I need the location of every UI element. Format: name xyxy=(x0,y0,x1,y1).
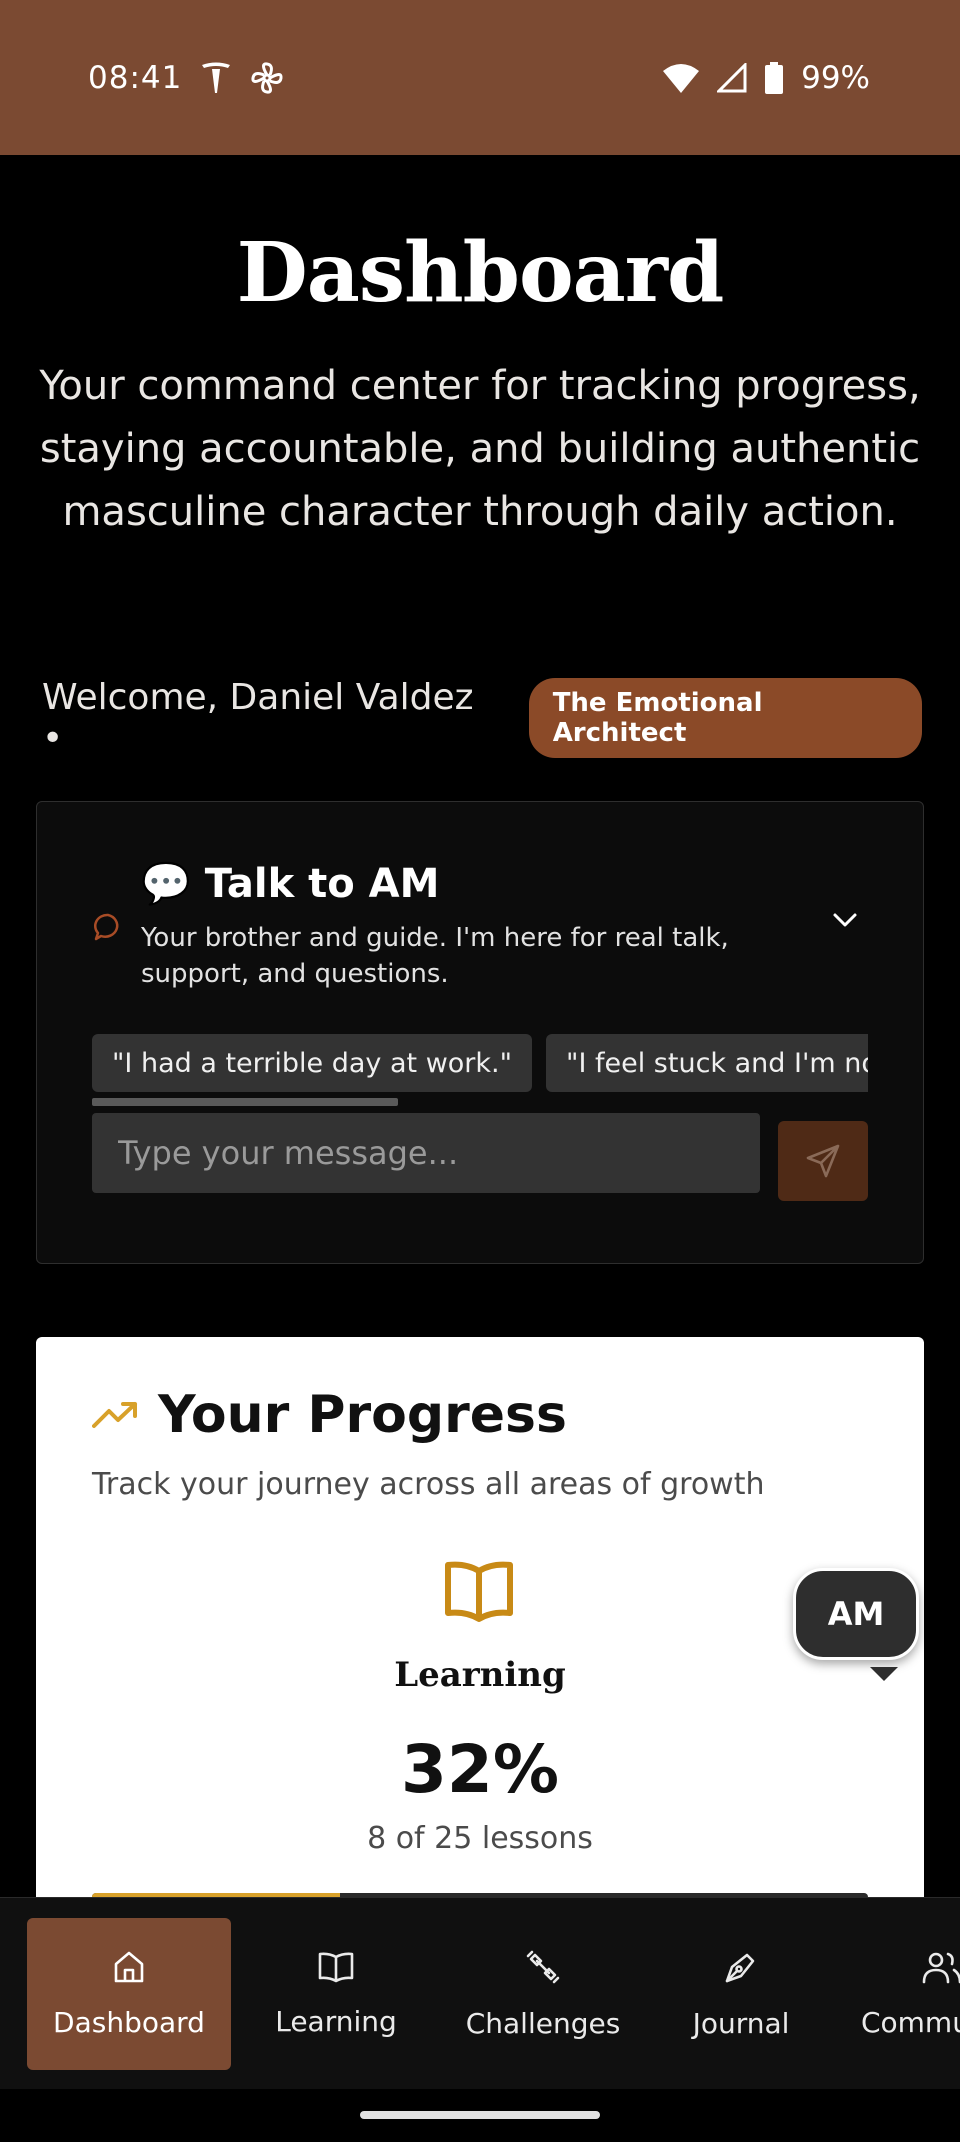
home-indicator[interactable] xyxy=(360,2111,600,2119)
users-icon xyxy=(922,1952,960,1983)
learning-count: 8 of 25 lessons xyxy=(367,1821,593,1856)
book-icon xyxy=(318,1952,354,1982)
book-open-icon xyxy=(445,1561,513,1622)
chevron-down-icon[interactable] xyxy=(831,910,859,930)
progress-card: Your Progress Track your journey across … xyxy=(36,1337,924,1897)
nav-item-journal[interactable]: Journal xyxy=(656,1918,826,2070)
send-button[interactable] xyxy=(778,1121,868,1201)
chat-description: Your brother and guide. I'm here for rea… xyxy=(141,923,729,989)
status-bar: 08:41 99% xyxy=(0,0,960,155)
welcome-text: Welcome, Daniel Valdez • xyxy=(42,677,474,759)
am-fab-tail xyxy=(870,1667,898,1681)
message-circle-icon xyxy=(93,913,119,941)
signal-icon xyxy=(717,62,747,92)
nav-item-challenges[interactable]: Challenges xyxy=(448,1918,638,2070)
status-time: 08:41 xyxy=(88,59,183,96)
wifi-icon xyxy=(663,63,700,93)
dumbbell-icon xyxy=(526,1950,560,1983)
nav-item-community[interactable]: Community xyxy=(860,1918,960,2070)
nav-label: Journal xyxy=(692,2006,790,2040)
home-icon xyxy=(114,1951,144,1982)
tesla-icon xyxy=(202,62,231,93)
nav-item-learning[interactable]: Learning xyxy=(236,1918,436,2070)
page-subtitle: Your command center for tracking progres… xyxy=(39,363,921,535)
nav-label: Community xyxy=(860,2005,960,2039)
chat-title: 💬 Talk to AM xyxy=(141,861,440,907)
nav-label: Challenges xyxy=(465,2006,621,2040)
am-chat-fab[interactable]: AM xyxy=(793,1568,919,1660)
welcome-row: Welcome, Daniel Valdez • The Emotional A… xyxy=(42,677,922,759)
prompts-scrollbar[interactable] xyxy=(92,1098,398,1106)
page-title: Dashboard xyxy=(236,225,725,321)
message-input[interactable] xyxy=(92,1113,760,1193)
trending-up-icon xyxy=(92,1402,137,1428)
nav-label: Dashboard xyxy=(53,2005,205,2039)
nav-item-dashboard[interactable]: Dashboard xyxy=(27,1918,231,2070)
send-icon xyxy=(806,1144,840,1178)
prompt-chip[interactable]: "I had a terrible day at work." xyxy=(92,1034,533,1092)
progress-header: Your Progress xyxy=(92,1385,567,1445)
main-content: Dashboard Your command center for tracki… xyxy=(0,155,960,1897)
nav-label: Learning xyxy=(275,2004,397,2038)
bottom-nav: Dashboard Learning Challenges Journal Co… xyxy=(0,1897,960,2089)
battery-icon xyxy=(765,61,784,94)
learning-percent: 32% xyxy=(401,1731,559,1808)
fan-icon xyxy=(251,61,283,94)
chat-card: 💬 Talk to AM Your brother and guide. I'm… xyxy=(36,801,924,1264)
role-badge: The Emotional Architect xyxy=(528,678,922,758)
battery-percent: 99% xyxy=(801,59,870,96)
pen-icon xyxy=(725,1953,755,1982)
progress-description: Track your journey across all areas of g… xyxy=(92,1467,765,1502)
progress-title: Your Progress xyxy=(158,1385,567,1445)
suggested-prompts[interactable]: "I had a terrible day at work." "I feel … xyxy=(92,1034,868,1104)
learning-label: Learning xyxy=(394,1655,566,1695)
prompt-chip[interactable]: "I feel stuck and I'm not sure what to d… xyxy=(546,1034,868,1092)
